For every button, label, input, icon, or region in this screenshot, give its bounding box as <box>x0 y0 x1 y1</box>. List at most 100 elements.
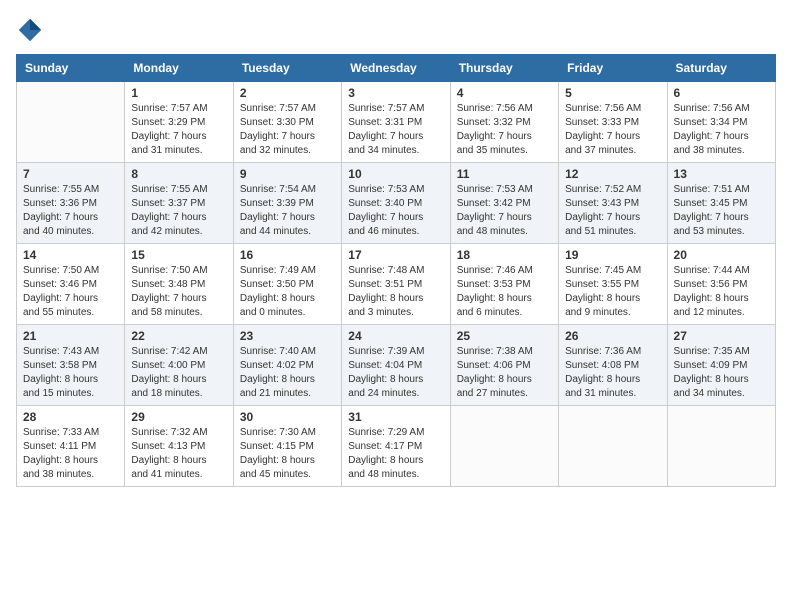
week-row-3: 14 Sunrise: 7:50 AM Sunset: 3:46 PM Dayli… <box>17 244 776 325</box>
day-number: 25 <box>457 329 552 343</box>
day-number: 26 <box>565 329 660 343</box>
calendar-header-monday: Monday <box>125 55 233 82</box>
empty-cell <box>667 406 775 487</box>
day-info: Sunrise: 7:30 AM Sunset: 4:15 PM Dayligh… <box>240 426 335 482</box>
day-number: 1 <box>131 86 226 100</box>
day-number: 4 <box>457 86 552 100</box>
day-cell-10: 10 Sunrise: 7:53 AM Sunset: 3:40 PM Dayli… <box>342 163 450 244</box>
day-info: Sunrise: 7:52 AM Sunset: 3:43 PM Dayligh… <box>565 183 660 239</box>
day-info: Sunrise: 7:50 AM Sunset: 3:48 PM Dayligh… <box>131 264 226 320</box>
day-cell-5: 5 Sunrise: 7:56 AM Sunset: 3:33 PM Daylig… <box>559 82 667 163</box>
day-info: Sunrise: 7:38 AM Sunset: 4:06 PM Dayligh… <box>457 345 552 401</box>
day-cell-1: 1 Sunrise: 7:57 AM Sunset: 3:29 PM Daylig… <box>125 82 233 163</box>
day-info: Sunrise: 7:56 AM Sunset: 3:32 PM Dayligh… <box>457 102 552 158</box>
day-number: 10 <box>348 167 443 181</box>
day-number: 11 <box>457 167 552 181</box>
page-header <box>16 16 776 44</box>
calendar-header-sunday: Sunday <box>17 55 125 82</box>
day-number: 19 <box>565 248 660 262</box>
day-info: Sunrise: 7:56 AM Sunset: 3:34 PM Dayligh… <box>674 102 769 158</box>
day-number: 23 <box>240 329 335 343</box>
day-cell-3: 3 Sunrise: 7:57 AM Sunset: 3:31 PM Daylig… <box>342 82 450 163</box>
day-cell-17: 17 Sunrise: 7:48 AM Sunset: 3:51 PM Dayli… <box>342 244 450 325</box>
day-number: 9 <box>240 167 335 181</box>
day-info: Sunrise: 7:53 AM Sunset: 3:40 PM Dayligh… <box>348 183 443 239</box>
week-row-2: 7 Sunrise: 7:55 AM Sunset: 3:36 PM Daylig… <box>17 163 776 244</box>
day-cell-6: 6Sunrise: 7:56 AM Sunset: 3:34 PM Daylig… <box>667 82 775 163</box>
day-info: Sunrise: 7:33 AM Sunset: 4:11 PM Dayligh… <box>23 426 118 482</box>
day-cell-14: 14 Sunrise: 7:50 AM Sunset: 3:46 PM Dayli… <box>17 244 125 325</box>
calendar-header-row: SundayMondayTuesdayWednesdayThursdayFrid… <box>17 55 776 82</box>
day-info: Sunrise: 7:43 AM Sunset: 3:58 PM Dayligh… <box>23 345 118 401</box>
day-number: 8 <box>131 167 226 181</box>
day-number: 22 <box>131 329 226 343</box>
day-number: 28 <box>23 410 118 424</box>
day-number: 3 <box>348 86 443 100</box>
day-info: Sunrise: 7:57 AM Sunset: 3:30 PM Dayligh… <box>240 102 335 158</box>
day-cell-15: 15Sunrise: 7:50 AM Sunset: 3:48 PM Dayli… <box>125 244 233 325</box>
day-cell-11: 11 Sunrise: 7:53 AM Sunset: 3:42 PM Dayli… <box>450 163 558 244</box>
day-number: 24 <box>348 329 443 343</box>
day-number: 12 <box>565 167 660 181</box>
day-cell-30: 30 Sunrise: 7:30 AM Sunset: 4:15 PM Dayli… <box>233 406 341 487</box>
day-cell-13: 13Sunrise: 7:51 AM Sunset: 3:45 PM Dayli… <box>667 163 775 244</box>
day-number: 18 <box>457 248 552 262</box>
calendar-header-thursday: Thursday <box>450 55 558 82</box>
day-info: Sunrise: 7:40 AM Sunset: 4:02 PM Dayligh… <box>240 345 335 401</box>
calendar-header-saturday: Saturday <box>667 55 775 82</box>
day-info: Sunrise: 7:46 AM Sunset: 3:53 PM Dayligh… <box>457 264 552 320</box>
day-cell-21: 21Sunrise: 7:43 AM Sunset: 3:58 PM Dayli… <box>17 325 125 406</box>
logo <box>16 16 48 44</box>
day-info: Sunrise: 7:39 AM Sunset: 4:04 PM Dayligh… <box>348 345 443 401</box>
day-info: Sunrise: 7:32 AM Sunset: 4:13 PM Dayligh… <box>131 426 226 482</box>
day-info: Sunrise: 7:42 AM Sunset: 4:00 PM Dayligh… <box>131 345 226 401</box>
day-cell-8: 8 Sunrise: 7:55 AM Sunset: 3:37 PM Daylig… <box>125 163 233 244</box>
day-info: Sunrise: 7:53 AM Sunset: 3:42 PM Dayligh… <box>457 183 552 239</box>
week-row-5: 28 Sunrise: 7:33 AM Sunset: 4:11 PM Dayli… <box>17 406 776 487</box>
day-info: Sunrise: 7:57 AM Sunset: 3:29 PM Dayligh… <box>131 102 226 158</box>
day-info: Sunrise: 7:44 AM Sunset: 3:56 PM Dayligh… <box>674 264 769 320</box>
day-info: Sunrise: 7:49 AM Sunset: 3:50 PM Dayligh… <box>240 264 335 320</box>
day-number: 20 <box>674 248 769 262</box>
day-info: Sunrise: 7:48 AM Sunset: 3:51 PM Dayligh… <box>348 264 443 320</box>
day-number: 7 <box>23 167 118 181</box>
day-number: 17 <box>348 248 443 262</box>
day-cell-27: 27 Sunrise: 7:35 AM Sunset: 4:09 PM Dayli… <box>667 325 775 406</box>
empty-cell <box>450 406 558 487</box>
day-cell-18: 18 Sunrise: 7:46 AM Sunset: 3:53 PM Dayli… <box>450 244 558 325</box>
day-cell-19: 19Sunrise: 7:45 AM Sunset: 3:55 PM Dayli… <box>559 244 667 325</box>
day-number: 5 <box>565 86 660 100</box>
day-number: 27 <box>674 329 769 343</box>
day-info: Sunrise: 7:57 AM Sunset: 3:31 PM Dayligh… <box>348 102 443 158</box>
calendar-header-friday: Friday <box>559 55 667 82</box>
day-number: 14 <box>23 248 118 262</box>
day-info: Sunrise: 7:54 AM Sunset: 3:39 PM Dayligh… <box>240 183 335 239</box>
calendar-header-tuesday: Tuesday <box>233 55 341 82</box>
logo-icon <box>16 16 44 44</box>
day-cell-23: 23 Sunrise: 7:40 AM Sunset: 4:02 PM Dayli… <box>233 325 341 406</box>
day-info: Sunrise: 7:29 AM Sunset: 4:17 PM Dayligh… <box>348 426 443 482</box>
day-number: 16 <box>240 248 335 262</box>
week-row-4: 21Sunrise: 7:43 AM Sunset: 3:58 PM Dayli… <box>17 325 776 406</box>
day-cell-2: 2Sunrise: 7:57 AM Sunset: 3:30 PM Daylig… <box>233 82 341 163</box>
empty-cell <box>17 82 125 163</box>
day-info: Sunrise: 7:56 AM Sunset: 3:33 PM Dayligh… <box>565 102 660 158</box>
day-cell-26: 26Sunrise: 7:36 AM Sunset: 4:08 PM Dayli… <box>559 325 667 406</box>
day-info: Sunrise: 7:55 AM Sunset: 3:37 PM Dayligh… <box>131 183 226 239</box>
day-cell-20: 20 Sunrise: 7:44 AM Sunset: 3:56 PM Dayli… <box>667 244 775 325</box>
day-number: 30 <box>240 410 335 424</box>
day-info: Sunrise: 7:35 AM Sunset: 4:09 PM Dayligh… <box>674 345 769 401</box>
day-number: 31 <box>348 410 443 424</box>
day-cell-24: 24 Sunrise: 7:39 AM Sunset: 4:04 PM Dayli… <box>342 325 450 406</box>
week-row-1: 1 Sunrise: 7:57 AM Sunset: 3:29 PM Daylig… <box>17 82 776 163</box>
day-cell-7: 7 Sunrise: 7:55 AM Sunset: 3:36 PM Daylig… <box>17 163 125 244</box>
empty-cell <box>559 406 667 487</box>
day-number: 13 <box>674 167 769 181</box>
day-cell-25: 25 Sunrise: 7:38 AM Sunset: 4:06 PM Dayli… <box>450 325 558 406</box>
day-cell-9: 9 Sunrise: 7:54 AM Sunset: 3:39 PM Daylig… <box>233 163 341 244</box>
day-cell-12: 12 Sunrise: 7:52 AM Sunset: 3:43 PM Dayli… <box>559 163 667 244</box>
day-info: Sunrise: 7:50 AM Sunset: 3:46 PM Dayligh… <box>23 264 118 320</box>
day-cell-16: 16 Sunrise: 7:49 AM Sunset: 3:50 PM Dayli… <box>233 244 341 325</box>
day-number: 29 <box>131 410 226 424</box>
day-info: Sunrise: 7:55 AM Sunset: 3:36 PM Dayligh… <box>23 183 118 239</box>
